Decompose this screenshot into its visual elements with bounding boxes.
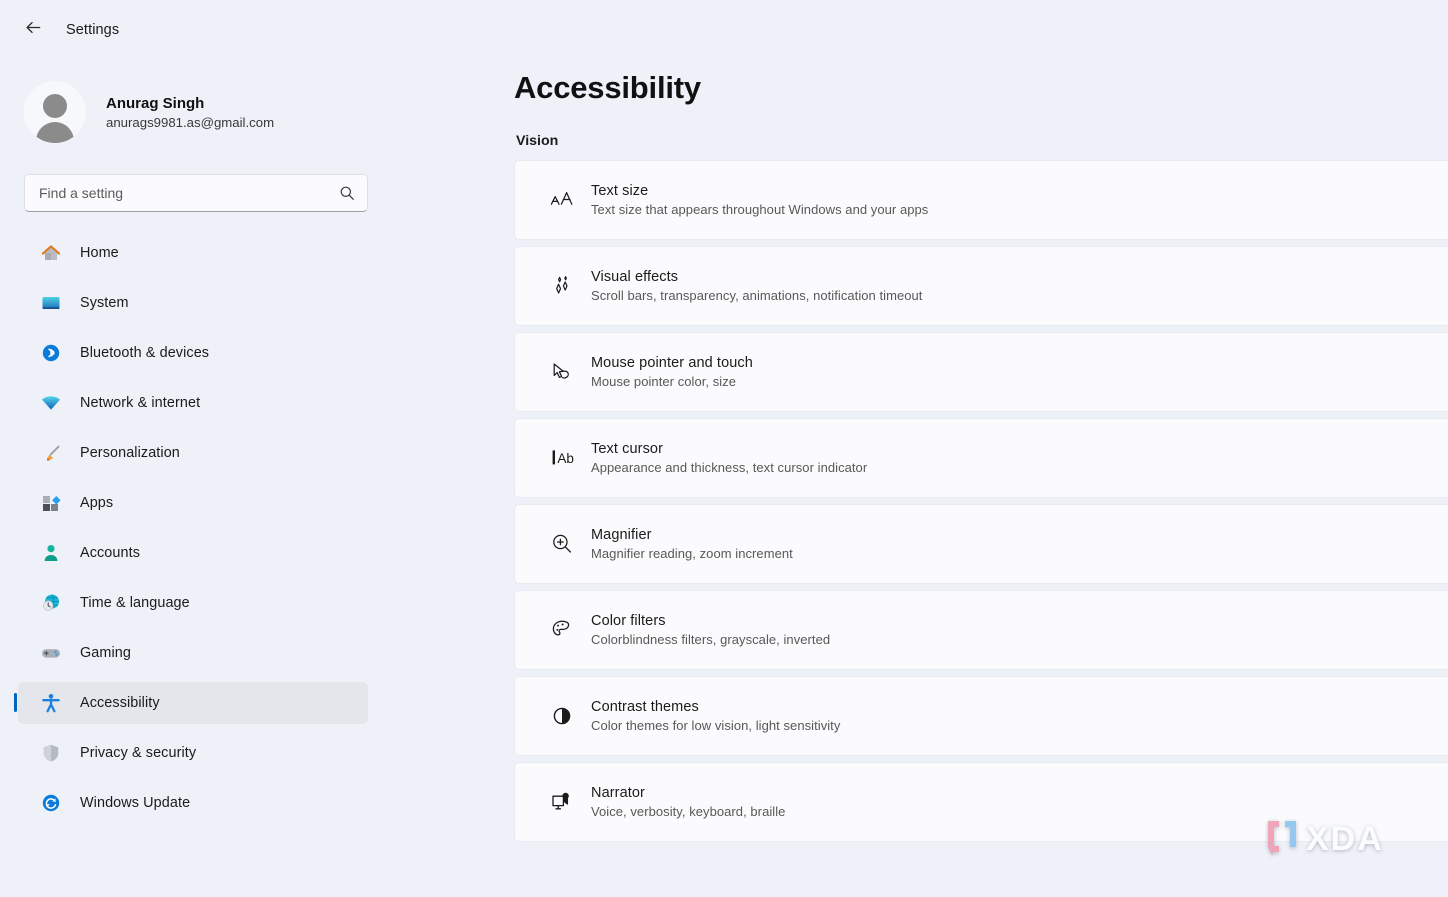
sidebar-item-label: Gaming [80,645,131,661]
gamepad-icon [40,642,62,664]
sidebar-item-privacy-security[interactable]: Privacy & security [18,732,368,774]
card-text: Text cursor Appearance and thickness, te… [591,441,867,475]
card-subtitle: Appearance and thickness, text cursor in… [591,460,868,475]
sidebar-item-apps[interactable]: Apps [18,482,368,524]
card-subtitle: Color themes for low vision, light sensi… [591,718,841,733]
card-text: Narrator Voice, verbosity, keyboard, bra… [591,785,785,819]
wifi-icon [40,392,62,414]
sidebar-nav: Home System Bluetooth & devices Network … [0,232,492,832]
account-email: anurags9981.as@gmail.com [106,114,275,130]
back-button[interactable] [16,13,50,47]
magnifier-icon [533,531,591,557]
card-text: Magnifier Magnifier reading, zoom increm… [591,527,793,561]
search-box[interactable] [24,174,368,212]
card-subtitle: Colorblindness filters, grayscale, inver… [591,632,831,647]
card-subtitle: Text size that appears throughout Window… [591,202,929,217]
page-title: Accessibility [514,70,701,105]
sidebar: Anurag Singh anurags9981.as@gmail.com Fi… [0,0,492,897]
card-text: Text size Text size that appears through… [591,183,928,217]
sidebar-item-accessibility[interactable]: Accessibility [14,682,368,724]
home-icon [40,242,62,264]
sidebar-item-label: Windows Update [80,795,191,811]
globe-clock-icon [40,592,62,614]
card-title: Visual effects [591,269,679,285]
account-name: Anurag Singh [106,94,205,112]
shield-icon [40,742,62,764]
settings-card-list: Text size Text size that appears through… [492,160,1448,842]
sidebar-item-personalization[interactable]: Personalization [18,432,368,474]
sidebar-item-label: Time & language [80,595,190,611]
sidebar-item-label: Home [80,245,119,261]
bluetooth-icon [40,342,62,364]
mouse-pointer-icon [533,359,591,385]
app-title: Settings [66,22,120,38]
settings-card-magnifier[interactable]: Magnifier Magnifier reading, zoom increm… [514,504,1448,584]
card-title: Text size [591,183,649,199]
monitor-icon [40,292,62,314]
settings-card-text-size[interactable]: Text size Text size that appears through… [514,160,1448,240]
color-palette-icon [533,617,591,643]
card-text: Contrast themes Color themes for low vis… [591,699,840,733]
sidebar-item-time-language[interactable]: Time & language [18,582,368,624]
title-bar: Settings [0,0,1448,60]
sidebar-item-label: Bluetooth & devices [80,345,210,361]
sparkle-icon [533,273,591,299]
sidebar-item-label: System [80,295,129,311]
back-arrow-icon [24,18,43,42]
search-input[interactable] [39,185,339,201]
settings-card-visual-effects[interactable]: Visual effects Scroll bars, transparency… [514,246,1448,326]
settings-card-text-cursor[interactable]: Ab Text cursor Appearance and thickness,… [514,418,1448,498]
sidebar-item-home[interactable]: Home [18,232,368,274]
update-icon [40,792,62,814]
settings-card-narrator[interactable]: Narrator Voice, verbosity, keyboard, bra… [514,762,1448,842]
sidebar-item-label: Network & internet [80,395,201,411]
account-icon [40,542,62,564]
main-content: Accessibility Vision Text size Text size… [492,0,1448,897]
search-container [0,152,492,212]
sidebar-item-label: Personalization [80,445,180,461]
card-subtitle: Magnifier reading, zoom increment [591,546,793,561]
contrast-icon [533,703,591,729]
card-subtitle: Mouse pointer color, size [591,374,737,389]
account-card[interactable]: Anurag Singh anurags9981.as@gmail.com [0,60,492,152]
sidebar-item-bluetooth[interactable]: Bluetooth & devices [18,332,368,374]
avatar [24,81,86,143]
settings-window: Settings Anurag Singh anurags9981.as@gma… [0,0,1448,897]
sidebar-item-label: Apps [80,495,114,511]
section-label-vision: Vision [516,133,559,149]
sidebar-item-network[interactable]: Network & internet [18,382,368,424]
sidebar-item-label: Accounts [80,545,140,561]
settings-card-color-filters[interactable]: Color filters Colorblindness filters, gr… [514,590,1448,670]
card-title: Narrator [591,785,645,801]
account-text: Anurag Singh anurags9981.as@gmail.com [106,95,274,130]
svg-text:Ab: Ab [557,451,574,466]
sidebar-item-label: Privacy & security [80,745,197,761]
card-title: Text cursor [591,441,664,457]
settings-card-contrast-themes[interactable]: Contrast themes Color themes for low vis… [514,676,1448,756]
text-cursor-icon: Ab [533,445,591,471]
card-subtitle: Scroll bars, transparency, animations, n… [591,288,923,303]
settings-card-mouse-pointer-touch[interactable]: Mouse pointer and touch Mouse pointer co… [514,332,1448,412]
sidebar-item-system[interactable]: System [18,282,368,324]
text-size-icon [533,187,591,213]
sidebar-item-gaming[interactable]: Gaming [18,632,368,674]
card-title: Contrast themes [591,699,699,715]
sidebar-item-windows-update[interactable]: Windows Update [18,782,368,824]
card-text: Mouse pointer and touch Mouse pointer co… [591,355,753,389]
narrator-icon [533,789,591,815]
paintbrush-icon [40,442,62,464]
accessibility-icon [40,692,62,714]
apps-icon [40,492,62,514]
sidebar-item-label: Accessibility [80,695,160,711]
search-icon[interactable] [339,185,355,201]
card-title: Mouse pointer and touch [591,355,753,371]
card-title: Color filters [591,613,666,629]
card-text: Visual effects Scroll bars, transparency… [591,269,922,303]
card-title: Magnifier [591,527,652,543]
sidebar-item-accounts[interactable]: Accounts [18,532,368,574]
card-subtitle: Voice, verbosity, keyboard, braille [591,804,786,819]
card-text: Color filters Colorblindness filters, gr… [591,613,830,647]
